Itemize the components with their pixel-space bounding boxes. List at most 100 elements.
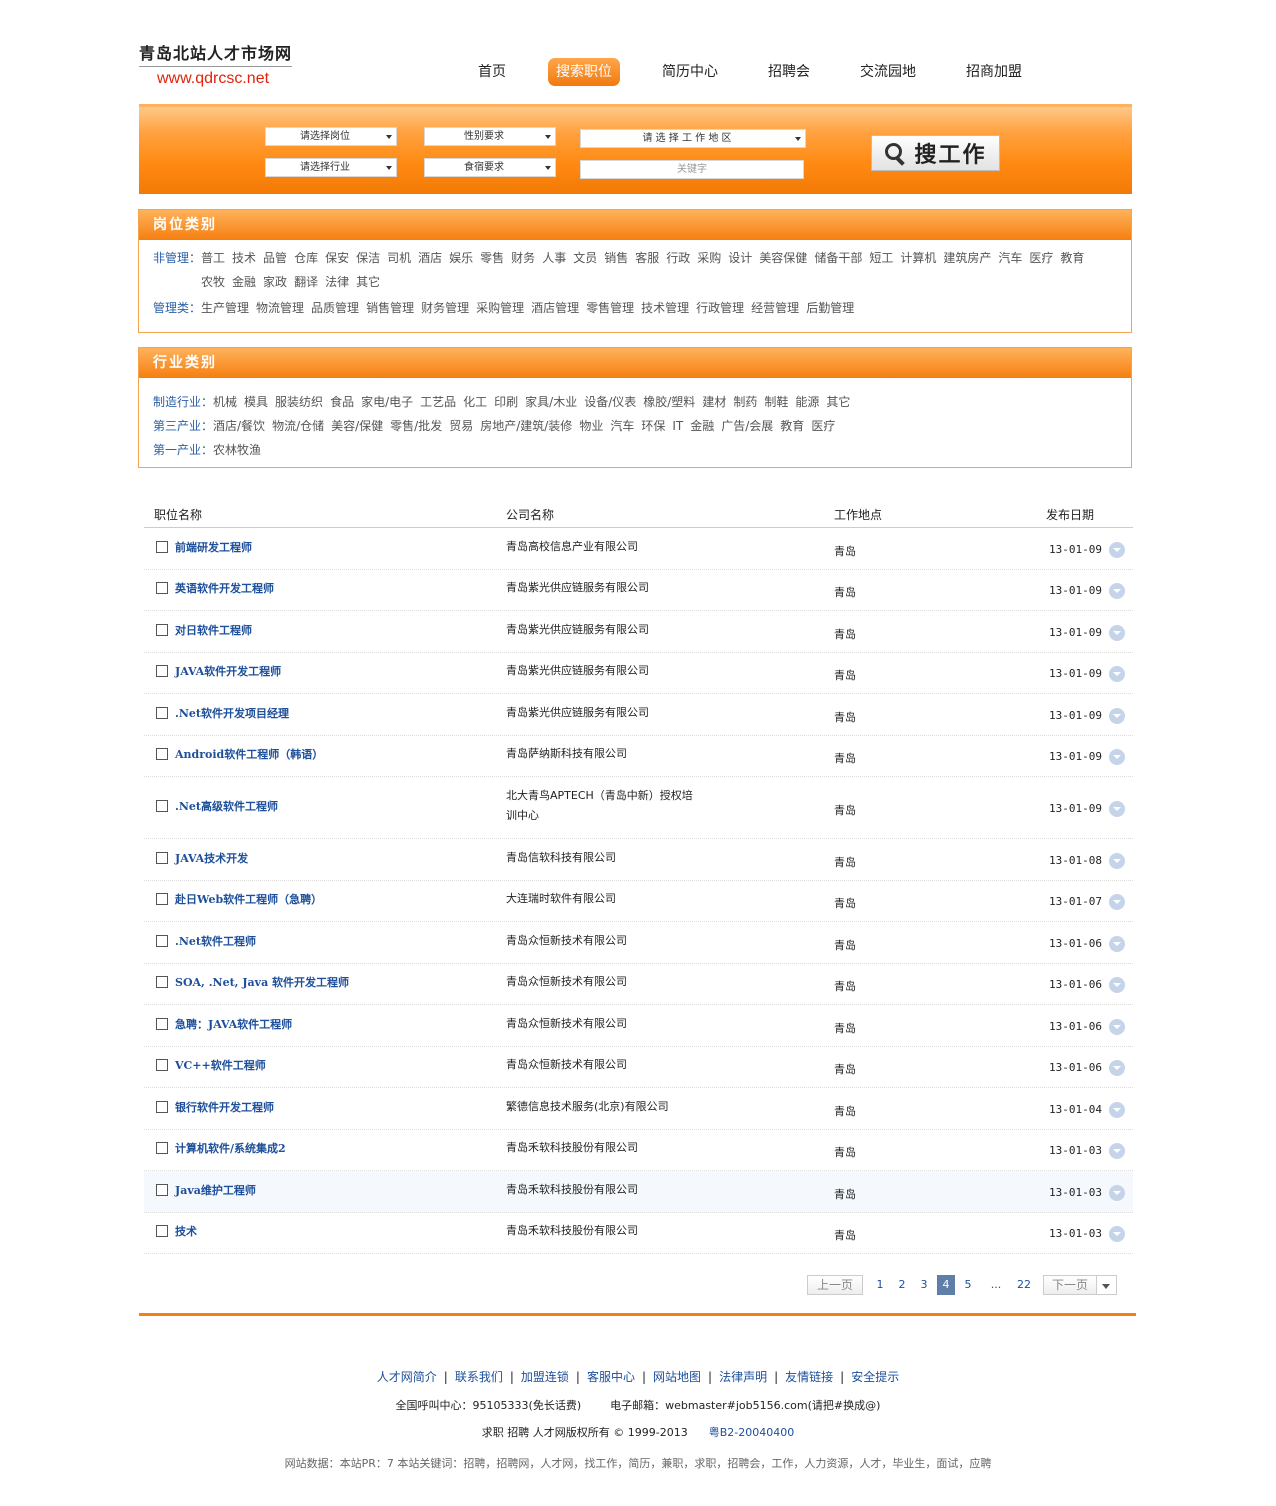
category-link[interactable]: 法律 — [325, 270, 349, 294]
row-checkbox[interactable] — [156, 623, 168, 636]
expand-icon[interactable] — [1109, 977, 1125, 994]
job-title-link[interactable]: Java维护工程师 — [175, 1182, 256, 1198]
nav-franchise[interactable]: 招商加盟 — [958, 58, 1030, 86]
category-link[interactable]: 娱乐 — [449, 246, 473, 270]
table-row[interactable]: 前端研发工程师 青岛高校信息产业有限公司 青岛 13-01-09 — [144, 528, 1133, 570]
table-row[interactable]: 急聘：JAVA软件工程师 青岛众恒新技术有限公司 青岛 13-01-06 — [144, 1005, 1133, 1047]
category-link[interactable]: 经营管理 — [751, 296, 799, 320]
nav-home[interactable]: 首页 — [470, 58, 514, 86]
company-name[interactable]: 青岛信软科技有限公司 — [506, 848, 696, 868]
table-row[interactable]: Java维护工程师 青岛禾软科技股份有限公司 青岛 13-01-03 — [144, 1171, 1133, 1213]
page-4-current[interactable]: 4 — [937, 1275, 955, 1295]
position-select[interactable]: 请选择岗位 — [265, 127, 397, 146]
footer-link[interactable]: 客服中心 — [587, 1370, 635, 1384]
category-link[interactable]: 普工 — [201, 246, 225, 270]
row-checkbox[interactable] — [156, 1142, 168, 1155]
row-checkbox[interactable] — [156, 1225, 168, 1238]
expand-icon[interactable] — [1109, 935, 1125, 952]
table-row[interactable]: SOA, .Net, Java 软件开发工程师 青岛众恒新技术有限公司 青岛 13-0… — [144, 964, 1133, 1005]
job-title-link[interactable]: .Net软件工程师 — [175, 933, 256, 949]
category-link[interactable]: 保安 — [325, 246, 349, 270]
job-title-link[interactable]: .Net高级软件工程师 — [175, 798, 278, 814]
company-name[interactable]: 青岛萨纳斯科技有限公司 — [506, 744, 696, 764]
table-row[interactable]: .Net软件工程师 青岛众恒新技术有限公司 青岛 13-01-06 — [144, 922, 1133, 964]
prev-page-button[interactable]: 上一页 — [807, 1275, 863, 1295]
job-title-link[interactable]: 急聘：JAVA软件工程师 — [175, 1016, 292, 1032]
page-5[interactable]: 5 — [957, 1275, 979, 1295]
page-dropdown[interactable] — [1097, 1275, 1117, 1295]
job-title-link[interactable]: Android软件工程师（韩语） — [175, 746, 323, 762]
category-link[interactable]: 品管 — [263, 246, 287, 270]
expand-icon[interactable] — [1109, 583, 1125, 600]
category-link[interactable]: 销售 — [604, 246, 628, 270]
category-link[interactable]: 建材 — [702, 390, 726, 414]
category-link[interactable]: 服装纺织 — [275, 390, 323, 414]
company-name[interactable]: 青岛众恒新技术有限公司 — [506, 972, 696, 992]
category-link[interactable]: 零售/批发 — [390, 414, 442, 438]
company-name[interactable]: 青岛禾软科技股份有限公司 — [506, 1221, 696, 1241]
category-link[interactable]: 物业 — [579, 414, 603, 438]
company-name[interactable]: 大连瑞时软件有限公司 — [506, 889, 696, 909]
category-link[interactable]: 财务 — [511, 246, 535, 270]
category-link[interactable]: 零售 — [480, 246, 504, 270]
row-checkbox[interactable] — [156, 1017, 168, 1030]
table-row[interactable]: Android软件工程师（韩语） 青岛萨纳斯科技有限公司 青岛 13-01-09 — [144, 736, 1133, 777]
category-link[interactable]: 环保 — [641, 414, 665, 438]
category-link[interactable]: 工艺品 — [420, 390, 456, 414]
keyword-input[interactable]: 关键字 — [580, 160, 804, 179]
job-title-link[interactable]: JAVA技术开发 — [175, 850, 248, 866]
category-link[interactable]: 储备干部 — [814, 246, 862, 270]
category-link[interactable]: 汽车 — [998, 246, 1022, 270]
expand-icon[interactable] — [1109, 1143, 1125, 1160]
company-name[interactable]: 北大青鸟APTECH（青岛中新）授权培训中心 — [506, 786, 696, 826]
category-link[interactable]: 保洁 — [356, 246, 380, 270]
category-link[interactable]: 贸易 — [449, 414, 473, 438]
row-checkbox[interactable] — [156, 1100, 168, 1113]
lodging-select[interactable]: 食宿要求 — [424, 158, 556, 177]
footer-icp[interactable]: 粤B2-20040400 — [709, 1426, 795, 1439]
job-title-link[interactable]: JAVA软件开发工程师 — [175, 663, 281, 679]
category-link[interactable]: 生产管理 — [201, 296, 249, 320]
company-name[interactable]: 青岛众恒新技术有限公司 — [506, 931, 696, 951]
category-link[interactable]: 模具 — [244, 390, 268, 414]
nav-resume-center[interactable]: 简历中心 — [654, 58, 726, 86]
category-link[interactable]: 广告/会展 — [721, 414, 773, 438]
company-name[interactable]: 青岛禾软科技股份有限公司 — [506, 1180, 696, 1200]
job-title-link[interactable]: 对日软件工程师 — [175, 622, 252, 638]
category-link[interactable]: 技术 — [232, 246, 256, 270]
table-row[interactable]: 银行软件开发工程师 繁德信息技术服务(北京)有限公司 青岛 13-01-04 — [144, 1088, 1133, 1130]
nav-job-fair[interactable]: 招聘会 — [760, 58, 818, 86]
category-link[interactable]: 设计 — [728, 246, 752, 270]
category-link[interactable]: 美容保健 — [759, 246, 807, 270]
row-checkbox[interactable] — [156, 706, 168, 719]
company-name[interactable]: 青岛紫光供应链服务有限公司 — [506, 578, 696, 598]
table-row[interactable]: JAVA软件开发工程师 青岛紫光供应链服务有限公司 青岛 13-01-09 — [144, 653, 1133, 694]
expand-icon[interactable] — [1109, 1184, 1125, 1201]
table-row[interactable]: 技术 青岛禾软科技股份有限公司 青岛 13-01-03 — [144, 1213, 1133, 1254]
nav-forum[interactable]: 交流园地 — [852, 58, 924, 86]
expand-icon[interactable] — [1109, 749, 1125, 766]
row-checkbox[interactable] — [156, 665, 168, 678]
row-checkbox[interactable] — [156, 748, 168, 761]
category-link[interactable]: 仓库 — [294, 246, 318, 270]
category-link[interactable]: 酒店管理 — [531, 296, 579, 320]
category-link[interactable]: 食品 — [330, 390, 354, 414]
site-logo[interactable]: 青岛北站人才市场网 www.qdrcsc.net — [139, 40, 299, 88]
category-link[interactable]: 其它 — [826, 390, 850, 414]
category-link[interactable]: 品质管理 — [311, 296, 359, 320]
footer-link[interactable]: 联系我们 — [455, 1370, 503, 1384]
category-link[interactable]: 建筑房产 — [943, 246, 991, 270]
search-jobs-button[interactable]: 搜工作 — [871, 135, 1000, 171]
table-row[interactable]: VC++软件工程师 青岛众恒新技术有限公司 青岛 13-01-06 — [144, 1047, 1133, 1088]
industry-select[interactable]: 请选择行业 — [265, 158, 397, 177]
row-checkbox[interactable] — [156, 893, 168, 906]
footer-link[interactable]: 法律声明 — [719, 1370, 767, 1384]
category-link[interactable]: 行政管理 — [696, 296, 744, 320]
row-checkbox[interactable] — [156, 851, 168, 864]
category-link[interactable]: 家政 — [263, 270, 287, 294]
category-link[interactable]: 美容/保健 — [331, 414, 383, 438]
footer-link[interactable]: 安全提示 — [851, 1370, 899, 1384]
company-name[interactable]: 青岛高校信息产业有限公司 — [506, 537, 696, 557]
row-checkbox[interactable] — [156, 1059, 168, 1072]
table-row[interactable]: 英语软件开发工程师 青岛紫光供应链服务有限公司 青岛 13-01-09 — [144, 570, 1133, 611]
